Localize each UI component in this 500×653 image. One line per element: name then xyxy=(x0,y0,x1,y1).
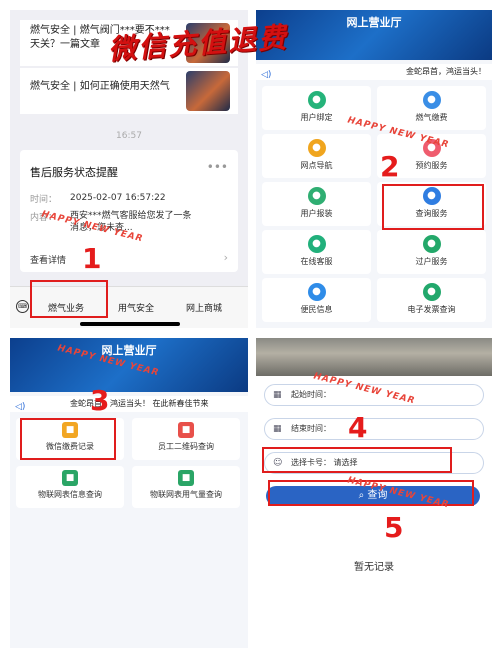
service-label: 预约服务 xyxy=(415,161,448,170)
customer-service-icon: ● xyxy=(307,235,326,253)
calendar-icon: ▦ xyxy=(273,390,282,400)
service-tile[interactable]: ■ 员工二维码查询 xyxy=(132,418,240,460)
step-number-4: 4 xyxy=(348,411,368,444)
online-hall-panel-2: 网上营业厅 ◁) 金蛇昂首，鸿运当头！ 在此新春佳节来 ■ 微信缴费记录 ■ 员工二维… xyxy=(10,338,248,648)
empty-state-text: 暂无记录 xyxy=(354,562,394,573)
announcement-marquee: ◁) 金蛇昂首，鸿运当头！ xyxy=(256,64,492,80)
time-separator: 16:57 xyxy=(116,131,142,141)
step-number-5: 5 xyxy=(384,511,404,544)
chevron-right-icon: › xyxy=(223,251,228,264)
page-title: 网上营业厅 xyxy=(346,16,402,29)
transfer-icon: ● xyxy=(422,235,441,253)
marquee-text: 金蛇昂首，鸿运当头！ xyxy=(406,67,486,76)
keyboard-icon[interactable]: ⌨ xyxy=(16,300,29,313)
service-label: 用户绑定 xyxy=(300,113,333,122)
service-label: 物联网表信息查询 xyxy=(38,490,102,499)
invoice-icon: ● xyxy=(422,283,441,301)
highlight-box-4 xyxy=(262,447,452,473)
service-tile[interactable]: ■ 物联网表用气量查询 xyxy=(132,466,240,508)
service-label: 用户报装 xyxy=(300,209,333,218)
service-tile[interactable]: ● 电子发票查询 xyxy=(377,278,486,322)
service-tile[interactable]: ● 网点导航 xyxy=(262,134,371,178)
qr-code-icon: ■ xyxy=(178,422,194,438)
calendar-icon: ▦ xyxy=(273,424,282,434)
service-label: 网点导航 xyxy=(300,161,333,170)
home-indicator xyxy=(80,322,180,326)
page-title: 网上营业厅 xyxy=(101,344,157,357)
service-tile[interactable]: ● 在线客服 xyxy=(262,230,371,274)
service-tile[interactable]: ● 过户服务 xyxy=(377,230,486,274)
card-title: 售后服务状态提醒 xyxy=(30,166,118,179)
news-title: 燃气安全 | 如何正确使用天然气 xyxy=(30,81,170,92)
highlight-box-2 xyxy=(382,184,484,230)
service-label: 过户服务 xyxy=(415,257,448,266)
view-details-link[interactable]: 查看详情 xyxy=(30,253,66,266)
speaker-icon: ◁) xyxy=(15,402,26,412)
service-tile[interactable]: ● 用户报装 xyxy=(262,182,371,226)
info-bubble-icon: ● xyxy=(307,283,326,301)
service-label: 便民信息 xyxy=(300,305,333,314)
news-thumbnail xyxy=(186,71,230,111)
service-tile[interactable]: ■ 物联网表信息查询 xyxy=(16,466,124,508)
location-pin-icon: ● xyxy=(307,139,326,157)
user-bind-icon: ● xyxy=(307,91,326,109)
service-label: 员工二维码查询 xyxy=(158,442,214,451)
tab-gas-safety[interactable]: 用气安全 xyxy=(118,301,154,314)
news-item[interactable]: 燃气安全 | 如何正确使用天然气 xyxy=(20,68,238,114)
step-number-3: 3 xyxy=(90,384,110,417)
gas-usage-icon: ■ xyxy=(178,470,194,486)
office-photo-header xyxy=(256,338,492,376)
service-label: 电子发票查询 xyxy=(407,305,456,314)
speaker-icon: ◁) xyxy=(261,70,272,80)
header-banner: 网上营业厅 xyxy=(256,10,492,60)
marquee-text: 金蛇昂首，鸿运当头！ 在此新春佳节来 xyxy=(70,399,209,408)
online-hall-panel: 网上营业厅 ◁) 金蛇昂首，鸿运当头！ ● 用户绑定 ● 燃气缴费 ● 网点导航 ● 预约服务… xyxy=(256,10,492,328)
wrench-icon: ● xyxy=(307,187,326,205)
step-number-1: 1 xyxy=(82,242,102,275)
time-label: 时间： xyxy=(30,195,58,205)
highlight-box-3 xyxy=(20,418,116,460)
time-value: 2025-02-07 16:57:22 xyxy=(70,193,166,203)
service-tile[interactable]: ● 燃气缴费 xyxy=(377,86,486,130)
announcement-marquee: ◁) 金蛇昂首，鸿运当头！ 在此新春佳节来 xyxy=(10,396,248,412)
step-number-2: 2 xyxy=(380,150,400,183)
more-options-icon[interactable]: ••• xyxy=(207,160,228,174)
service-label: 物联网表用气量查询 xyxy=(150,490,222,499)
end-time-label: 结束时间： xyxy=(291,424,331,433)
highlight-box-1 xyxy=(30,280,108,318)
start-time-label: 起始时间： xyxy=(291,390,331,399)
gas-fee-icon: ● xyxy=(422,91,441,109)
service-label: 燃气缴费 xyxy=(415,113,448,122)
tab-online-mall[interactable]: 网上商城 xyxy=(186,301,222,314)
service-label: 在线客服 xyxy=(300,257,333,266)
iot-meter-icon: ■ xyxy=(62,470,78,486)
service-tile[interactable]: ● 便民信息 xyxy=(262,278,371,322)
end-time-field[interactable]: ▦ 结束时间： xyxy=(264,418,484,440)
